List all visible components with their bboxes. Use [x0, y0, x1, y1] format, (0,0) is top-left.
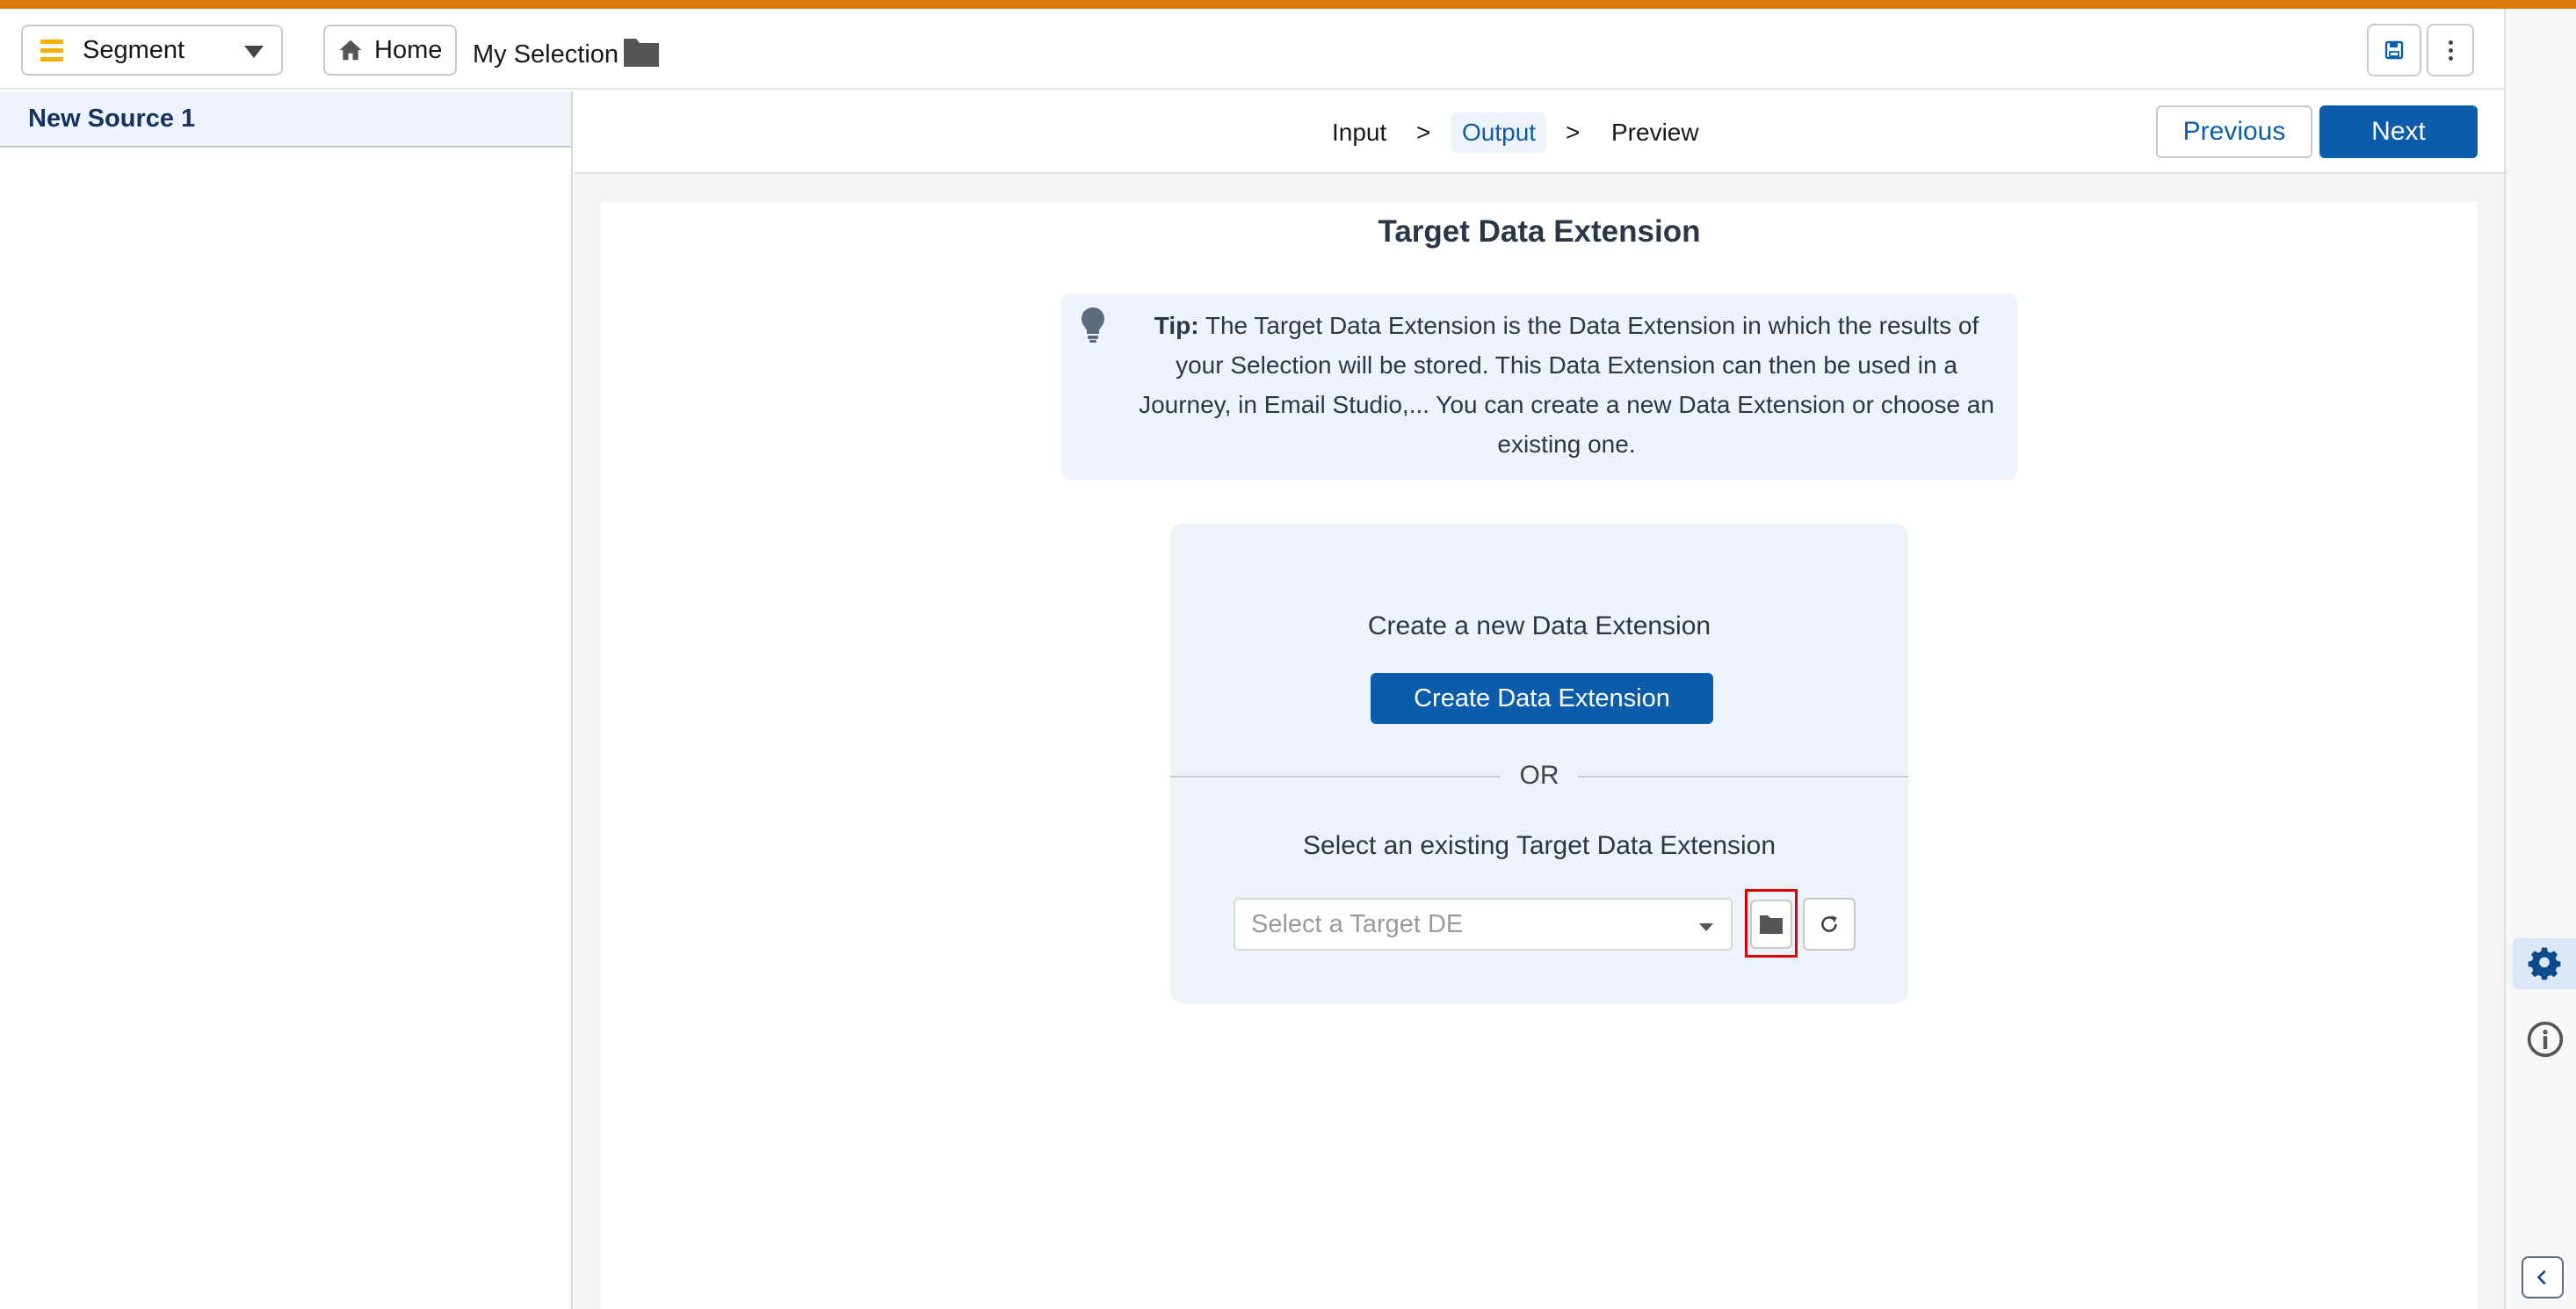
- step-input[interactable]: Input: [1332, 112, 1386, 153]
- settings-tab[interactable]: [2513, 938, 2576, 989]
- step-separator: >: [1416, 119, 1431, 146]
- info-icon: [2527, 1021, 2564, 1058]
- or-separator: OR: [1519, 761, 1559, 790]
- chevron-down-icon: [244, 46, 264, 58]
- create-data-extension-button[interactable]: Create Data Extension: [1371, 673, 1713, 724]
- tip-box: Tip: The Target Data Extension is the Da…: [1061, 293, 2017, 480]
- segment-label: Segment: [83, 35, 185, 64]
- tip-label: Tip:: [1154, 312, 1199, 339]
- collapse-panel-button[interactable]: [2522, 1256, 2564, 1298]
- home-button[interactable]: Home: [323, 25, 457, 76]
- page-title: Target Data Extension: [1378, 214, 1701, 249]
- tip-text: Tip: The Target Data Extension is the Da…: [1133, 306, 2000, 464]
- tip-body: The Target Data Extension is the Data Ex…: [1139, 312, 1994, 458]
- step-output[interactable]: Output: [1451, 112, 1547, 153]
- source-tab[interactable]: New Source 1: [0, 91, 571, 148]
- menu-bars-icon: [40, 39, 63, 61]
- browse-folder-button[interactable]: [1750, 900, 1792, 949]
- main-area: Input > Output > Preview Previous Next T…: [575, 91, 2504, 1309]
- select-label: Select an existing Target Data Extension: [1302, 831, 1776, 860]
- create-label: Create a new Data Extension: [1367, 611, 1711, 640]
- more-vertical-icon: [2448, 40, 2453, 45]
- save-button[interactable]: [2367, 24, 2421, 76]
- top-accent-bar: [0, 0, 2576, 9]
- folder-icon[interactable]: [622, 35, 661, 73]
- more-options-button[interactable]: [2427, 24, 2474, 76]
- steps-bar: Input > Output > Preview Previous Next: [575, 91, 2504, 174]
- info-tab[interactable]: [2523, 1017, 2567, 1061]
- refresh-button[interactable]: [1803, 898, 1856, 951]
- breadcrumb-selection: My Selection: [473, 40, 619, 69]
- chevron-down-icon: [1699, 923, 1713, 931]
- segment-dropdown[interactable]: Segment: [21, 25, 283, 76]
- step-separator: >: [1566, 119, 1581, 146]
- home-icon: [339, 40, 362, 61]
- target-de-placeholder: Select a Target DE: [1251, 909, 1464, 938]
- gear-icon: [2528, 947, 2561, 980]
- target-de-select[interactable]: Select a Target DE: [1234, 898, 1733, 951]
- save-icon: [2384, 40, 2404, 60]
- right-utility-bar: [2504, 9, 2576, 1309]
- divider-right: [1578, 776, 1908, 777]
- previous-button[interactable]: Previous: [2156, 105, 2312, 158]
- lightbulb-icon: [1079, 306, 1107, 349]
- next-button[interactable]: Next: [2319, 105, 2478, 158]
- header-bar: Segment Home My Selection: [0, 9, 2504, 90]
- chevron-left-icon: [2536, 1269, 2546, 1285]
- folder-icon: [1760, 915, 1783, 934]
- refresh-icon: [1821, 915, 1837, 932]
- left-panel: New Source 1: [0, 91, 573, 1309]
- home-label: Home: [374, 35, 443, 64]
- choice-box: Create a new Data Extension Create Data …: [1170, 524, 1908, 1003]
- divider-left: [1170, 776, 1501, 777]
- step-preview[interactable]: Preview: [1611, 112, 1699, 153]
